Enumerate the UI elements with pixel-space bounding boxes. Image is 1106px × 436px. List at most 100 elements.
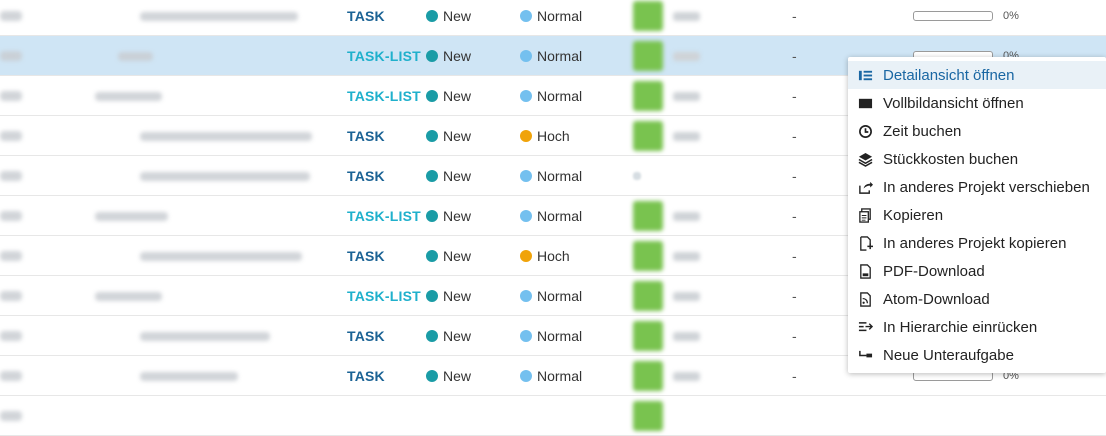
status-cell[interactable]: New: [426, 236, 471, 276]
redacted-subject: [95, 291, 162, 301]
priority-cell[interactable]: Hoch: [520, 236, 570, 276]
context-menu-item[interactable]: Detailansicht öffnen: [848, 61, 1106, 89]
status-cell[interactable]: New: [426, 196, 471, 236]
context-menu-item[interactable]: Zeit buchen: [848, 117, 1106, 145]
redacted-subject: [140, 251, 302, 261]
priority-cell[interactable]: Normal: [520, 316, 582, 356]
priority-cell[interactable]: Hoch: [520, 116, 570, 156]
redacted-id: [0, 51, 22, 61]
empty-value: -: [792, 328, 797, 344]
context-menu-item[interactable]: Kopieren: [848, 201, 1106, 229]
assignee-cell[interactable]: [633, 76, 700, 116]
status-label: New: [443, 88, 472, 104]
priority-dot-icon: [520, 90, 532, 102]
status-cell[interactable]: New: [426, 36, 471, 76]
status-cell[interactable]: New: [426, 156, 471, 196]
status-label: New: [443, 48, 472, 64]
redacted-assignee-name: [673, 51, 700, 61]
priority-label: Normal: [537, 48, 583, 64]
progress-label: 0%: [1003, 10, 1019, 22]
context-menu-item[interactable]: Neue Unteraufgabe: [848, 341, 1106, 369]
context-menu-item-label: Neue Unteraufgabe: [883, 346, 1014, 364]
subject-cell[interactable]: [140, 356, 238, 396]
id-cell: [0, 196, 22, 236]
table-row[interactable]: [0, 396, 1106, 436]
priority-cell[interactable]: Normal: [520, 0, 582, 36]
assignee-cell[interactable]: [633, 36, 700, 76]
avatar: [633, 81, 663, 111]
subject-cell[interactable]: [140, 236, 302, 276]
subject-cell[interactable]: [140, 0, 298, 36]
id-cell: [0, 356, 22, 396]
context-menu-item[interactable]: Vollbildansicht öffnen: [848, 89, 1106, 117]
subject-cell[interactable]: [95, 276, 162, 316]
status-cell[interactable]: New: [426, 76, 471, 116]
status-label: New: [443, 168, 472, 184]
assignee-cell[interactable]: [633, 156, 651, 196]
priority-cell[interactable]: Normal: [520, 276, 582, 316]
context-menu-item-label: PDF-Download: [883, 262, 985, 280]
redacted-subject: [95, 91, 162, 101]
assignee-cell[interactable]: [633, 276, 700, 316]
priority-label: Normal: [537, 368, 583, 384]
assignee-cell[interactable]: [633, 116, 700, 156]
table-row[interactable]: TASK New Normal - 0%: [0, 0, 1106, 36]
priority-cell[interactable]: Normal: [520, 36, 582, 76]
context-menu-item-label: In anderes Projekt verschieben: [883, 178, 1090, 196]
assignee-cell[interactable]: [633, 236, 700, 276]
subject-cell[interactable]: [140, 116, 312, 156]
subject-cell[interactable]: [118, 36, 153, 76]
priority-dot-icon: [520, 290, 532, 302]
type-cell: TASK-LIST: [347, 196, 421, 236]
work-package-type: TASK-LIST: [347, 288, 421, 304]
context-menu-item[interactable]: In anderes Projekt verschieben: [848, 173, 1106, 201]
status-dot-icon: [426, 290, 438, 302]
redacted-assignee-name: [673, 251, 700, 261]
subject-cell[interactable]: [95, 196, 168, 236]
priority-cell[interactable]: Normal: [520, 196, 582, 236]
status-dot-icon: [426, 250, 438, 262]
subject-cell[interactable]: [140, 316, 270, 356]
assignee-cell[interactable]: [633, 196, 700, 236]
id-cell: [0, 316, 22, 356]
assignee-cell[interactable]: [633, 316, 700, 356]
context-menu-item[interactable]: In Hierarchie einrücken: [848, 313, 1106, 341]
type-cell: TASK: [347, 116, 385, 156]
avatar: [633, 401, 663, 431]
status-cell[interactable]: New: [426, 276, 471, 316]
id-cell: [0, 76, 22, 116]
context-menu-item[interactable]: PDF-Download: [848, 257, 1106, 285]
status-cell[interactable]: New: [426, 316, 471, 356]
status-label: New: [443, 328, 472, 344]
empty-value: -: [792, 248, 797, 264]
work-package-type: TASK: [347, 368, 385, 384]
status-label: New: [443, 368, 472, 384]
subject-cell[interactable]: [95, 76, 162, 116]
subject-cell[interactable]: [140, 156, 310, 196]
status-cell[interactable]: New: [426, 356, 471, 396]
redacted-id: [0, 91, 22, 101]
id-cell: [0, 396, 22, 436]
priority-cell[interactable]: Normal: [520, 156, 582, 196]
empty-value: -: [792, 368, 797, 384]
indent-icon: [858, 320, 873, 335]
status-dot-icon: [426, 10, 438, 22]
assignee-cell[interactable]: [633, 396, 673, 436]
id-cell: [0, 36, 22, 76]
status-label: New: [443, 208, 472, 224]
fullscreen-icon: [858, 96, 873, 111]
progress-cell: 0%: [913, 0, 1019, 36]
context-menu-item[interactable]: Atom-Download: [848, 285, 1106, 313]
redacted-assignee-name: [673, 211, 700, 221]
context-menu-item[interactable]: In anderes Projekt kopieren: [848, 229, 1106, 257]
assignee-cell[interactable]: [633, 356, 700, 396]
context-menu-item[interactable]: Stückkosten buchen: [848, 145, 1106, 173]
priority-cell[interactable]: Normal: [520, 356, 582, 396]
assignee-cell[interactable]: [633, 0, 700, 36]
work-package-type: TASK-LIST: [347, 208, 421, 224]
work-package-type: TASK-LIST: [347, 88, 421, 104]
priority-cell[interactable]: Normal: [520, 76, 582, 116]
redacted-assignee-name: [673, 371, 700, 381]
status-cell[interactable]: New: [426, 0, 471, 36]
status-cell[interactable]: New: [426, 116, 471, 156]
